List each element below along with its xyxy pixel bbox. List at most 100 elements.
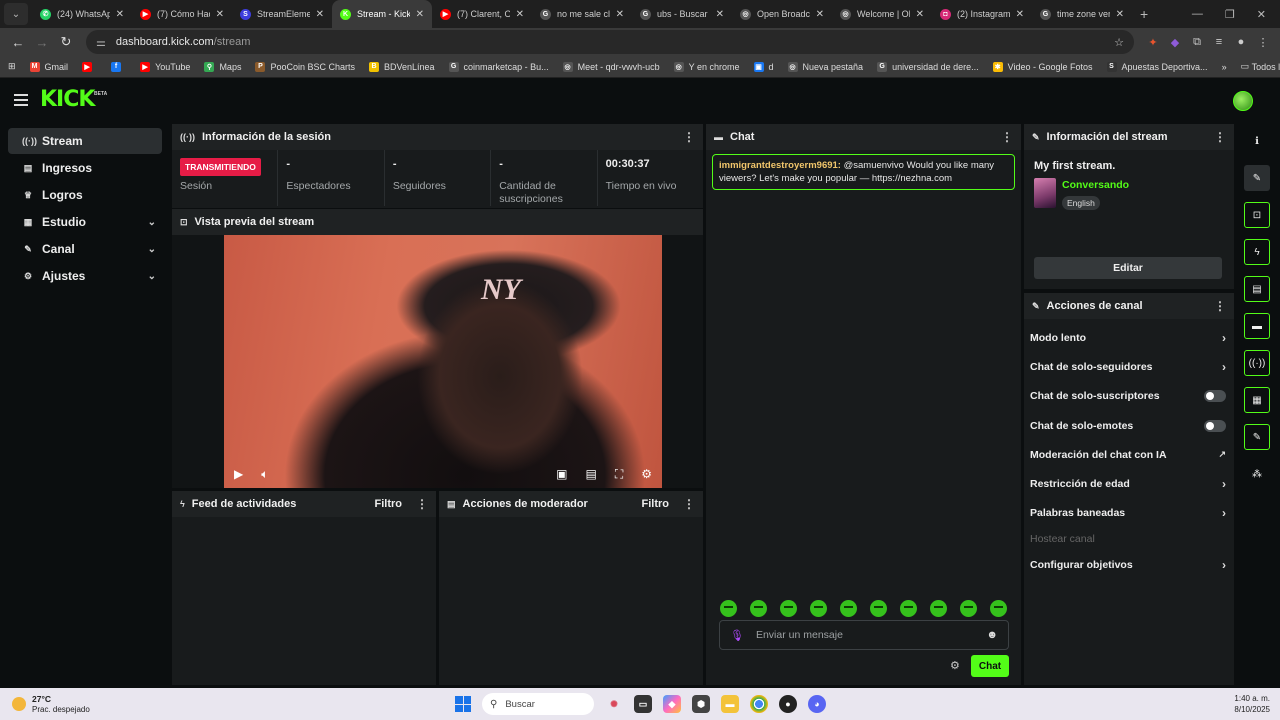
close-tab-icon[interactable]: ✕ <box>1116 9 1124 20</box>
browser-tab[interactable]: S StreamElement ✕ <box>232 0 332 28</box>
browser-tab[interactable]: K Stream - Kick D ✕ <box>332 0 432 28</box>
emote-icon[interactable] <box>750 600 767 617</box>
emote-icon[interactable] <box>720 600 737 617</box>
weather-widget[interactable]: 27°C Prac. despejado <box>12 694 90 715</box>
more-options-icon[interactable]: ⋮ <box>416 497 428 511</box>
channel-action-item[interactable]: Configurar objetivos › <box>1024 550 1234 579</box>
close-tab-icon[interactable]: ✕ <box>1016 9 1024 20</box>
category-link[interactable]: Conversando <box>1062 179 1129 191</box>
more-options-icon[interactable]: ⋮ <box>1214 130 1226 144</box>
maximize-button[interactable]: ❐ <box>1225 8 1235 21</box>
wrench-icon[interactable]: ✎ <box>1244 424 1270 450</box>
browser-tab[interactable]: Gubs - Buscar cc ✕ <box>632 0 732 28</box>
reload-button[interactable]: ↻ <box>54 34 78 50</box>
close-tab-icon[interactable]: ✕ <box>916 9 924 20</box>
emote-icon[interactable] <box>870 600 887 617</box>
channel-action-item[interactable]: Chat de solo-seguidores › <box>1024 352 1234 381</box>
sidebar-item-logros[interactable]: ♕ Logros <box>8 182 162 208</box>
forward-button[interactable]: → <box>30 35 54 50</box>
channel-action-item[interactable]: Chat de solo-emotes <box>1024 411 1234 440</box>
share-icon[interactable]: ⁂ <box>1244 461 1270 487</box>
emote-icon[interactable] <box>930 600 947 617</box>
screenshot-icon[interactable]: ⊡ <box>1244 202 1270 228</box>
bookmark-item[interactable]: ◎ Meet - qdr-vwvh-ucb <box>562 61 660 72</box>
bookmark-item[interactable]: S Apuestas Deportiva... <box>1106 61 1208 72</box>
volume-icon[interactable]: 🔈︎ <box>261 467 268 482</box>
document-icon[interactable]: ▤ <box>1244 276 1270 302</box>
bookmark-item[interactable]: B BDVenLínea <box>369 61 435 72</box>
minimize-button[interactable]: — <box>1192 8 1203 21</box>
profile-avatar[interactable]: ● <box>1230 36 1252 48</box>
browser-tab[interactable]: ◘ (2) Instagram ✕ <box>932 0 1032 28</box>
layout-icon[interactable]: ▦ <box>1244 387 1270 413</box>
more-options-icon[interactable]: ⋮ <box>683 130 695 144</box>
site-info-icon[interactable]: ⚌ <box>96 36 106 49</box>
bookmark-item[interactable]: M Gmail <box>29 61 68 72</box>
browser-tab[interactable]: Gtime zone ven ✕ <box>1032 0 1132 28</box>
emote-icon[interactable] <box>810 600 827 617</box>
close-tab-icon[interactable]: ✕ <box>516 9 524 20</box>
windows-start-icon[interactable] <box>455 696 471 712</box>
close-tab-icon[interactable]: ✕ <box>816 9 824 20</box>
close-window-button[interactable]: ✕ <box>1257 8 1266 21</box>
media-icon[interactable]: ≡ <box>1208 36 1230 48</box>
new-tab-button[interactable]: + <box>1140 6 1148 22</box>
taskbar-search[interactable]: ⚲ Buscar <box>482 693 594 715</box>
extensions-puzzle-icon[interactable]: ⧉ <box>1186 36 1208 49</box>
bookmark-item[interactable]: P PooCoin BSC Charts <box>255 61 355 72</box>
lightning-icon[interactable]: ϟ <box>1244 239 1270 265</box>
channel-action-item[interactable]: Moderación del chat con IA ↗ <box>1024 440 1234 469</box>
bookmark-item[interactable]: ✱ Video - Google Fotos <box>992 61 1093 72</box>
toggle-switch[interactable] <box>1204 419 1226 432</box>
bookmark-item[interactable]: ▶ YouTube <box>140 61 190 72</box>
emoji-picker-icon[interactable]: ☻ <box>986 629 998 641</box>
copilot-icon[interactable]: ◆ <box>663 695 681 713</box>
apps-icon[interactable]: ⊞ <box>8 61 16 72</box>
more-options-icon[interactable]: ⋮ <box>1001 130 1013 144</box>
channel-action-item[interactable]: Palabras baneadas › <box>1024 499 1234 528</box>
fullscreen-icon[interactable]: ⛶ <box>615 467 623 482</box>
sidebar-item-ajustes[interactable]: ⚙ Ajustes ⌄ <box>8 263 162 289</box>
chrome-icon[interactable] <box>750 695 768 713</box>
tab-search-button[interactable]: ⌄ <box>4 3 28 25</box>
browser-tab[interactable]: ▶ (7) Clarent, On ✕ <box>432 0 532 28</box>
mod-filter-button[interactable]: Filtro <box>642 498 670 510</box>
emote-icon[interactable] <box>990 600 1007 617</box>
stream-preview-video[interactable]: NY ▶ 🔈︎ ▣ ▤ ⛶ ⚙ <box>224 235 662 488</box>
chat-bubble-icon[interactable]: ▬ <box>1244 313 1270 339</box>
close-tab-icon[interactable]: ✕ <box>316 9 324 20</box>
close-tab-icon[interactable]: ✕ <box>116 9 124 20</box>
toggle-switch[interactable] <box>1204 390 1226 403</box>
pencil-icon[interactable]: ✎ <box>1244 165 1270 191</box>
picture-in-picture-icon[interactable]: ▣ <box>556 467 567 482</box>
all-bookmarks-folder[interactable]: ▭ Todos los marcadores <box>1241 61 1280 72</box>
close-tab-icon[interactable]: ✕ <box>616 9 624 20</box>
bookmark-item[interactable]: f <box>111 61 126 72</box>
more-options-icon[interactable]: ⋮ <box>1214 299 1226 313</box>
channel-action-item[interactable]: Chat de solo-suscriptores <box>1024 382 1234 411</box>
bookmark-item[interactable]: Guniversidad de dere... <box>877 61 979 72</box>
obs-icon[interactable]: ● <box>779 695 797 713</box>
bookmark-item[interactable]: ◎ Nueva pestaña <box>787 61 863 72</box>
bookmark-item[interactable]: Gcoinmarketcap - Bu... <box>448 61 549 72</box>
chat-settings-gear-icon[interactable]: ⚙ <box>950 659 960 672</box>
extension-icon[interactable]: ✦ <box>1142 36 1164 49</box>
emote-icon[interactable] <box>780 600 797 617</box>
discord-icon[interactable]: ◕ <box>808 695 826 713</box>
browser-menu-icon[interactable]: ⋮ <box>1252 36 1274 49</box>
close-tab-icon[interactable]: ✕ <box>216 9 224 20</box>
browser-tab[interactable]: Gno me sale cla ✕ <box>532 0 632 28</box>
theater-mode-icon[interactable]: ▤ <box>585 467 596 482</box>
menu-icon[interactable] <box>14 94 28 109</box>
close-tab-icon[interactable]: ✕ <box>716 9 724 20</box>
close-tab-icon[interactable]: ✕ <box>416 9 424 20</box>
sidebar-item-stream[interactable]: ((·)) Stream <box>8 128 162 154</box>
chat-message-input[interactable]: 🎙︎ Enviar un mensaje ☻ <box>719 620 1009 650</box>
octopus-app-icon[interactable]: ✺ <box>605 695 623 713</box>
bookmark-item[interactable]: ⚲ Maps <box>204 61 241 72</box>
browser-tab[interactable]: ▶ (7) Cómo Hace ✕ <box>132 0 232 28</box>
feed-filter-button[interactable]: Filtro <box>375 498 403 510</box>
url-input[interactable]: ⚌ dashboard.kick.com/stream ☆ <box>86 30 1134 54</box>
edit-stream-button[interactable]: Editar <box>1034 257 1222 279</box>
chat-send-button[interactable]: Chat <box>971 655 1009 677</box>
